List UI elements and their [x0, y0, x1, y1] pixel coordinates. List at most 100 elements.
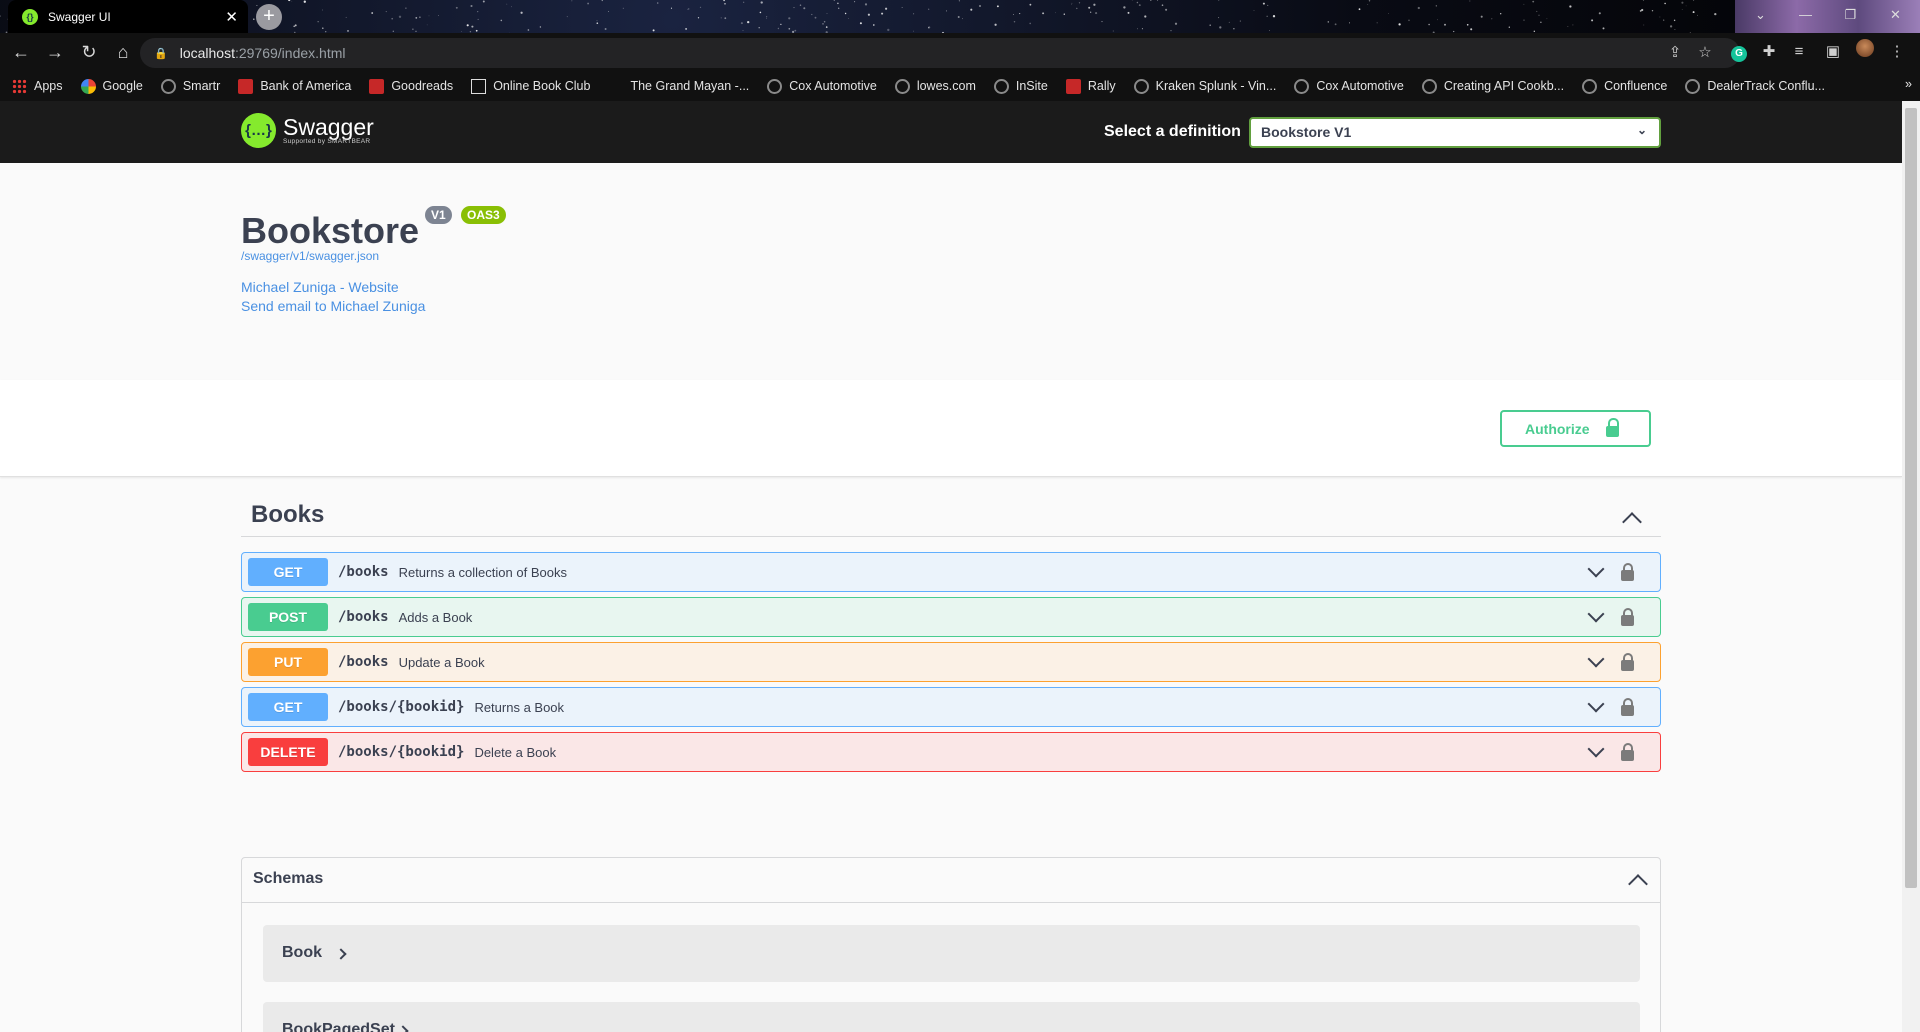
forward-arrow-icon[interactable]: → — [38, 35, 72, 69]
bookmark-item[interactable]: DealerTrack Conflu... — [1685, 78, 1825, 94]
globe-icon — [894, 78, 910, 94]
bookmark-item[interactable]: Goodreads — [369, 78, 453, 94]
profile-avatar[interactable] — [1852, 39, 1878, 65]
schema-model[interactable]: Book — [263, 925, 1640, 982]
bookmark-item[interactable]: Cox Automotive — [767, 78, 877, 94]
site-info-lock-icon[interactable]: 🔒 — [154, 47, 168, 60]
star-dot — [1174, 22, 1178, 25]
star-dot — [1219, 26, 1222, 29]
minimize-icon[interactable]: — — [1783, 0, 1828, 30]
chevron-down-icon[interactable] — [1587, 695, 1605, 713]
star-dot — [788, 27, 791, 30]
tab-search-icon[interactable]: ⌄ — [1738, 0, 1783, 30]
star-dot — [1266, 15, 1268, 17]
chevron-right-icon[interactable] — [335, 948, 347, 960]
star-dot — [455, 6, 458, 9]
book-club-icon — [471, 78, 487, 94]
bookmark-item[interactable]: Rally — [1065, 78, 1116, 94]
operation-get[interactable]: GET/books Returns a collection of Books — [241, 552, 1661, 592]
scrollbar-thumb[interactable] — [1905, 108, 1917, 888]
star-dot — [1262, 2, 1265, 5]
chevron-down-icon[interactable] — [1587, 740, 1605, 758]
star-dot — [867, 13, 870, 16]
star-dot — [970, 8, 973, 11]
lock-icon[interactable] — [1621, 608, 1634, 626]
chevron-down-icon[interactable] — [1587, 650, 1605, 668]
reading-list-icon[interactable]: ≡ — [1786, 39, 1812, 65]
operation-get[interactable]: GET/books/{bookid} Returns a Book — [241, 687, 1661, 727]
chevron-right-icon[interactable] — [397, 1025, 409, 1032]
new-tab-button[interactable]: + — [256, 4, 282, 30]
url-path: :29769/index.html — [234, 45, 346, 61]
tab-close-icon[interactable]: ✕ — [225, 8, 238, 26]
bookmark-star-icon[interactable]: ☆ — [1692, 40, 1718, 66]
spec-url-link[interactable]: /swagger/v1/swagger.json — [241, 249, 379, 263]
lock-icon[interactable] — [1621, 563, 1634, 581]
operation-post[interactable]: POST/books Adds a Book — [241, 597, 1661, 637]
chevron-up-icon[interactable] — [1622, 512, 1642, 532]
tag-title: Books — [251, 501, 325, 528]
contact-website-link[interactable]: Michael Zuniga - Website — [241, 279, 399, 295]
bookmark-item[interactable]: lowes.com — [894, 78, 976, 94]
star-dot — [838, 7, 840, 9]
lock-icon[interactable] — [1621, 653, 1634, 671]
browser-menu-icon[interactable]: ⋮ — [1884, 39, 1910, 65]
side-panel-icon[interactable]: ▣ — [1820, 39, 1846, 65]
operation-summary: Returns a Book — [474, 699, 565, 715]
address-bar[interactable]: 🔒 localhost:29769/index.html ⇪ ☆ — [140, 38, 1740, 68]
bookmark-item[interactable]: The Grand Mayan -... — [608, 79, 749, 94]
star-dot — [957, 16, 960, 18]
definition-select[interactable]: Bookstore V1 ⌄ — [1249, 117, 1661, 148]
operation-put[interactable]: PUT/books Update a Book — [241, 642, 1661, 682]
bookmark-item[interactable]: Smartr — [160, 78, 220, 94]
bookmark-item[interactable]: Cox Automotive — [1294, 78, 1404, 94]
restore-icon[interactable]: ❐ — [1828, 0, 1873, 30]
chevron-up-icon[interactable] — [1628, 874, 1648, 894]
chevron-down-icon[interactable] — [1587, 560, 1605, 578]
share-icon[interactable]: ⇪ — [1662, 40, 1688, 66]
star-dot — [1540, 21, 1542, 23]
star-dot — [1013, 14, 1014, 15]
star-dot — [1659, 16, 1661, 18]
close-window-icon[interactable]: ✕ — [1873, 0, 1918, 30]
extensions-puzzle-icon[interactable]: ✚ — [1756, 39, 1782, 65]
contact-email-link[interactable]: Send email to Michael Zuniga — [241, 298, 425, 314]
star-dot — [1523, 19, 1525, 21]
operation-delete[interactable]: DELETE/books/{bookid} Delete a Book — [241, 732, 1661, 772]
schema-model[interactable]: BookPagedSet — [263, 1002, 1640, 1032]
bookmark-item[interactable]: Creating API Cookb... — [1421, 78, 1564, 94]
star-dot — [415, 30, 417, 32]
lock-icon[interactable] — [1621, 698, 1634, 716]
browser-tab[interactable]: {} Swagger UI ✕ — [8, 0, 248, 33]
bookmark-item[interactable]: Apps — [12, 78, 63, 94]
star-dot — [1408, 19, 1410, 22]
swagger-logo[interactable]: {…} Swagger Supported by SMARTBEAR — [241, 113, 374, 148]
star-dot — [1376, 22, 1378, 24]
star-dot — [506, 3, 508, 5]
bookmark-label: Online Book Club — [493, 79, 591, 93]
bookmark-item[interactable]: Google — [80, 78, 143, 94]
home-icon[interactable]: ⌂ — [106, 35, 140, 69]
bookmarks-overflow-icon[interactable]: » — [1905, 77, 1912, 91]
star-dot — [759, 11, 762, 14]
rally-icon — [1065, 78, 1081, 94]
bookmark-item[interactable]: Bank of America — [238, 78, 351, 94]
lock-icon[interactable] — [1621, 743, 1634, 761]
back-arrow-icon[interactable]: ← — [4, 35, 38, 69]
star-dot — [1358, 8, 1361, 11]
goodreads-icon — [369, 78, 385, 94]
operation-path: /books — [338, 609, 389, 625]
bookmark-item[interactable]: Online Book Club — [471, 78, 591, 94]
star-dot — [724, 2, 726, 5]
reload-icon[interactable]: ↻ — [72, 35, 106, 69]
tag-section-books[interactable]: Books — [241, 491, 1661, 537]
chevron-down-icon[interactable] — [1587, 605, 1605, 623]
schemas-header[interactable]: Schemas — [242, 858, 1660, 903]
bookmark-item[interactable]: InSite — [993, 78, 1048, 94]
grammarly-extension-icon[interactable]: G — [1726, 39, 1752, 65]
bookmark-item[interactable]: Confluence — [1582, 78, 1667, 94]
star-dot — [475, 29, 478, 32]
authorize-button[interactable]: Authorize — [1500, 410, 1651, 447]
swagger-brand-text: Swagger — [283, 113, 374, 140]
bookmark-item[interactable]: Kraken Splunk - Vin... — [1133, 78, 1276, 94]
